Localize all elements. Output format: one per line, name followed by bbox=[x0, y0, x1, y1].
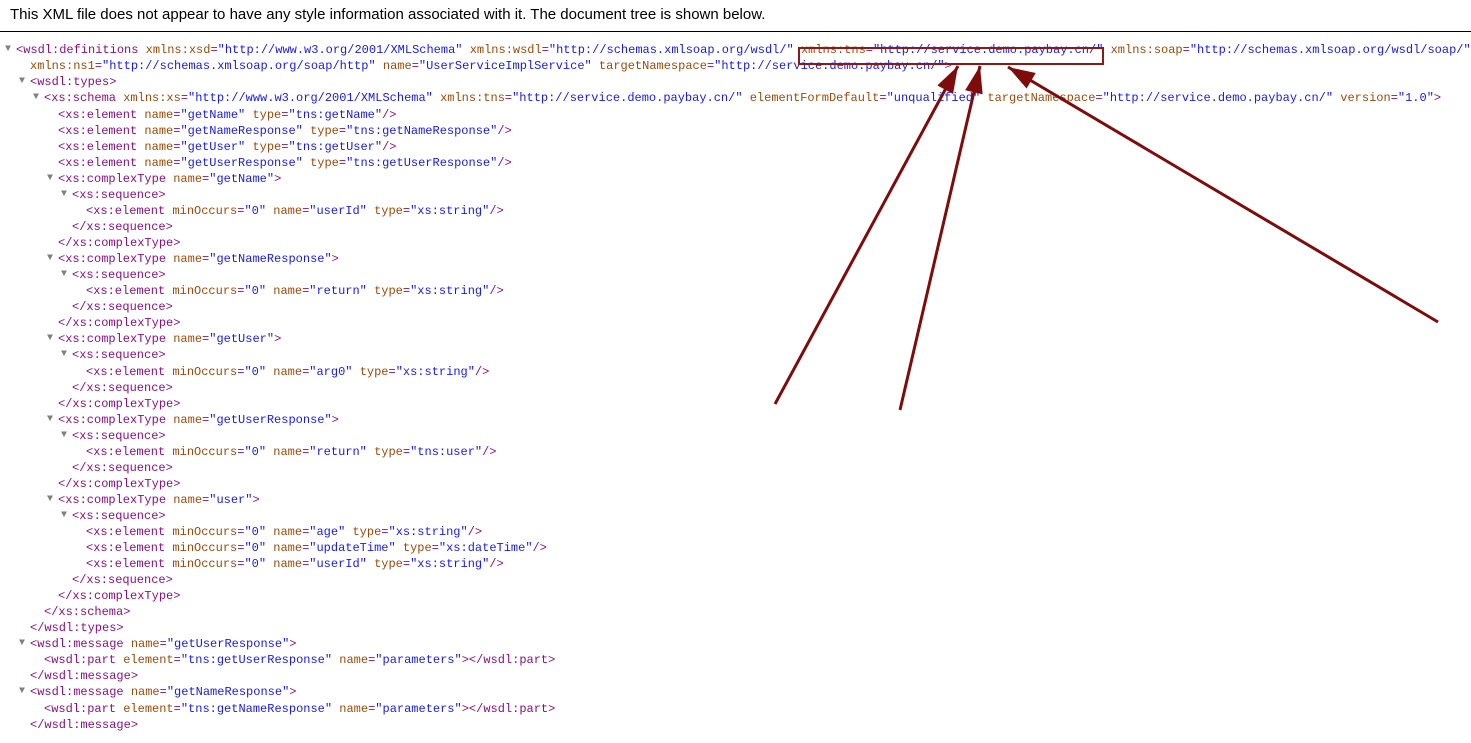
xml-line: <xs:element minOccurs="0" name="age" typ… bbox=[86, 524, 1461, 540]
xml-element-definitions[interactable]: ▼<wsdl:definitions xmlns:xsd="http://www… bbox=[16, 42, 1461, 58]
disclosure-triangle-icon[interactable]: ▼ bbox=[47, 171, 58, 187]
xml-line: <xs:element minOccurs="0" name="return" … bbox=[86, 444, 1461, 460]
xml-line[interactable]: ▼<xs:sequence> bbox=[72, 187, 1461, 203]
xml-line: <xs:element minOccurs="0" name="userId" … bbox=[86, 203, 1461, 219]
xml-line: </xs:sequence> bbox=[72, 380, 1461, 396]
xml-line[interactable]: ▼<xs:complexType name="getUser"> bbox=[58, 331, 1461, 347]
xml-line[interactable]: ▼<xs:complexType name="getUserResponse"> bbox=[58, 412, 1461, 428]
xml-line: </xs:sequence> bbox=[72, 572, 1461, 588]
xml-line[interactable]: ▼<xs:sequence> bbox=[72, 347, 1461, 363]
xml-line: </wsdl:message> bbox=[30, 668, 1461, 684]
xml-line: </xs:complexType> bbox=[58, 235, 1461, 251]
xml-line: </xs:complexType> bbox=[58, 315, 1461, 331]
disclosure-triangle-icon[interactable]: ▼ bbox=[61, 267, 72, 283]
disclosure-triangle-icon[interactable]: ▼ bbox=[5, 42, 16, 58]
disclosure-triangle-icon[interactable]: ▼ bbox=[47, 492, 58, 508]
xml-line: <xs:element name="getNameResponse" type=… bbox=[58, 123, 1461, 139]
xml-line[interactable]: ▼<wsdl:message name="getNameResponse"> bbox=[30, 684, 1461, 700]
xml-line: </xs:complexType> bbox=[58, 588, 1461, 604]
disclosure-triangle-icon[interactable]: ▼ bbox=[19, 74, 30, 90]
xml-line: <xs:element minOccurs="0" name="return" … bbox=[86, 283, 1461, 299]
xml-line: </wsdl:types> bbox=[30, 620, 1461, 636]
xml-tree-view: ▼<wsdl:definitions xmlns:xsd="http://www… bbox=[0, 32, 1471, 743]
disclosure-triangle-icon[interactable]: ▼ bbox=[47, 412, 58, 428]
xml-line[interactable]: ▼<wsdl:message name="getUserResponse"> bbox=[30, 636, 1461, 652]
xml-line: </xs:sequence> bbox=[72, 219, 1461, 235]
xml-element-definitions-cont: xmlns:ns1="http://schemas.xmlsoap.org/so… bbox=[30, 58, 1461, 74]
xml-line: <xs:element minOccurs="0" name="updateTi… bbox=[86, 540, 1461, 556]
xml-line[interactable]: ▼<xs:complexType name="getNameResponse"> bbox=[58, 251, 1461, 267]
xml-line: </xs:sequence> bbox=[72, 299, 1461, 315]
xml-line[interactable]: ▼<xs:sequence> bbox=[72, 428, 1461, 444]
xml-line[interactable]: ▼<xs:sequence> bbox=[72, 508, 1461, 524]
xml-line[interactable]: ▼<xs:complexType name="getName"> bbox=[58, 171, 1461, 187]
xml-line: <xs:element minOccurs="0" name="userId" … bbox=[86, 556, 1461, 572]
disclosure-triangle-icon[interactable]: ▼ bbox=[61, 187, 72, 203]
xml-no-style-banner: This XML file does not appear to have an… bbox=[0, 0, 1471, 32]
xml-line: </xs:sequence> bbox=[72, 460, 1461, 476]
disclosure-triangle-icon[interactable]: ▼ bbox=[61, 508, 72, 524]
xml-line: <xs:element name="getName" type="tns:get… bbox=[58, 107, 1461, 123]
disclosure-triangle-icon[interactable]: ▼ bbox=[61, 347, 72, 363]
xml-line: <xs:element name="getUserResponse" type=… bbox=[58, 155, 1461, 171]
disclosure-triangle-icon[interactable]: ▼ bbox=[61, 428, 72, 444]
disclosure-triangle-icon[interactable]: ▼ bbox=[47, 251, 58, 267]
xml-line[interactable]: ▼<wsdl:types> bbox=[30, 74, 1461, 90]
disclosure-triangle-icon[interactable]: ▼ bbox=[19, 636, 30, 652]
xml-line: </xs:complexType> bbox=[58, 476, 1461, 492]
xml-line[interactable]: ▼<xs:schema xmlns:xs="http://www.w3.org/… bbox=[44, 90, 1461, 106]
xml-line: <wsdl:part element="tns:getNameResponse"… bbox=[44, 701, 1461, 717]
xml-line: </xs:schema> bbox=[44, 604, 1461, 620]
xml-line: <xs:element minOccurs="0" name="arg0" ty… bbox=[86, 364, 1461, 380]
disclosure-triangle-icon[interactable]: ▼ bbox=[47, 331, 58, 347]
xml-line: <xs:element name="getUser" type="tns:get… bbox=[58, 139, 1461, 155]
xml-line: </xs:complexType> bbox=[58, 396, 1461, 412]
xml-line[interactable]: ▼<xs:complexType name="user"> bbox=[58, 492, 1461, 508]
xml-line[interactable]: ▼<xs:sequence> bbox=[72, 267, 1461, 283]
xml-line: <wsdl:part element="tns:getUserResponse"… bbox=[44, 652, 1461, 668]
xml-line: </wsdl:message> bbox=[30, 717, 1461, 733]
disclosure-triangle-icon[interactable]: ▼ bbox=[19, 684, 30, 700]
disclosure-triangle-icon[interactable]: ▼ bbox=[33, 90, 44, 106]
